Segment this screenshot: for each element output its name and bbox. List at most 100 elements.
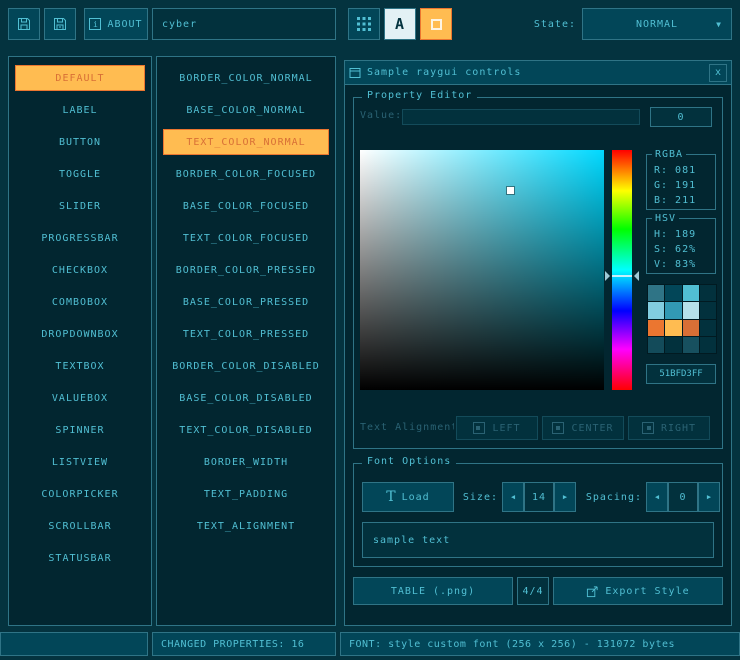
color-swatch[interactable] bbox=[700, 337, 716, 353]
color-swatch[interactable] bbox=[648, 285, 664, 301]
controls-list-item[interactable]: SPINNER bbox=[15, 417, 145, 443]
font-size-value[interactable]: 14 bbox=[524, 482, 554, 512]
properties-list-item[interactable]: TEXT_ALIGNMENT bbox=[163, 513, 329, 539]
controls-list-item[interactable]: VALUEBOX bbox=[15, 385, 145, 411]
grid-view-button[interactable] bbox=[348, 8, 380, 40]
export-icon bbox=[586, 585, 599, 598]
size-decrement-button[interactable]: ◀ bbox=[502, 482, 524, 512]
font-size-label: Size: bbox=[458, 482, 498, 512]
align-right-button[interactable]: RIGHT bbox=[628, 416, 710, 440]
window-titlebar[interactable]: Sample raygui controls x bbox=[345, 61, 731, 85]
properties-list-item[interactable]: BORDER_COLOR_PRESSED bbox=[163, 257, 329, 283]
close-icon[interactable]: x bbox=[709, 64, 727, 82]
controls-list-item[interactable]: SLIDER bbox=[15, 193, 145, 219]
align-right-label: RIGHT bbox=[661, 423, 696, 434]
controls-list-item[interactable]: PROGRESSBAR bbox=[15, 225, 145, 251]
font-options-label: Font Options bbox=[362, 456, 456, 467]
properties-list-item[interactable]: BASE_COLOR_PRESSED bbox=[163, 289, 329, 315]
statusbar-left bbox=[0, 632, 148, 656]
state-dropdown-value: NORMAL bbox=[636, 19, 678, 30]
style-name-input[interactable] bbox=[152, 8, 336, 40]
style-table-button[interactable] bbox=[420, 8, 452, 40]
controls-list-item[interactable]: COLORPICKER bbox=[15, 481, 145, 507]
font-options-group: Font Options T Load Size: ◀ 14 ▶ Spacing… bbox=[353, 463, 723, 567]
spacing-increment-button[interactable]: ▶ bbox=[698, 482, 720, 512]
controls-list-item[interactable]: CHECKBOX bbox=[15, 257, 145, 283]
save-file-button[interactable] bbox=[44, 8, 76, 40]
hue-slider[interactable] bbox=[612, 150, 632, 390]
spacing-decrement-button[interactable]: ◀ bbox=[646, 482, 668, 512]
controls-list-item[interactable]: COMBOBOX bbox=[15, 289, 145, 315]
save-style-button[interactable] bbox=[8, 8, 40, 40]
controls-list-item[interactable]: DEFAULT bbox=[15, 65, 145, 91]
color-swatch[interactable] bbox=[683, 337, 699, 353]
properties-list-item[interactable]: TEXT_COLOR_NORMAL bbox=[163, 129, 329, 155]
floppy-disk-icon bbox=[52, 16, 68, 32]
properties-list-item[interactable]: BORDER_COLOR_DISABLED bbox=[163, 353, 329, 379]
color-picker-panel[interactable] bbox=[360, 150, 604, 390]
controls-list-item[interactable]: SCROLLBAR bbox=[15, 513, 145, 539]
text-alignment-label: Text Alignment bbox=[360, 422, 454, 433]
properties-list-item[interactable]: BASE_COLOR_FOCUSED bbox=[163, 193, 329, 219]
color-swatch[interactable] bbox=[648, 337, 664, 353]
properties-list-item[interactable]: TEXT_COLOR_FOCUSED bbox=[163, 225, 329, 251]
color-swatch[interactable] bbox=[683, 320, 699, 336]
color-swatch[interactable] bbox=[700, 320, 716, 336]
align-center-button[interactable]: CENTER bbox=[542, 416, 624, 440]
export-table-png-button[interactable]: TABLE (.png) bbox=[353, 577, 513, 605]
about-button[interactable]: i ABOUT bbox=[84, 8, 148, 40]
controls-list-item[interactable]: BUTTON bbox=[15, 129, 145, 155]
properties-list-item[interactable]: TEXT_COLOR_PRESSED bbox=[163, 321, 329, 347]
color-swatch[interactable] bbox=[665, 337, 681, 353]
window-title: Sample raygui controls bbox=[367, 67, 703, 78]
rgba-green-value: G: 191 bbox=[654, 178, 708, 193]
color-swatch[interactable] bbox=[648, 320, 664, 336]
color-swatch[interactable] bbox=[648, 302, 664, 318]
font-spacing-label: Spacing: bbox=[578, 482, 642, 512]
chevron-left-icon: ◀ bbox=[511, 493, 515, 501]
properties-list: BORDER_COLOR_NORMAL BASE_COLOR_NORMAL TE… bbox=[156, 56, 336, 626]
color-swatch[interactable] bbox=[683, 302, 699, 318]
align-left-button[interactable]: LEFT bbox=[456, 416, 538, 440]
properties-list-item[interactable]: BORDER_WIDTH bbox=[163, 449, 329, 475]
color-swatch[interactable] bbox=[683, 285, 699, 301]
color-swatch[interactable] bbox=[665, 302, 681, 318]
align-right-icon bbox=[642, 422, 654, 434]
properties-list-item[interactable]: BORDER_COLOR_NORMAL bbox=[163, 65, 329, 91]
properties-list-item[interactable]: BORDER_COLOR_FOCUSED bbox=[163, 161, 329, 187]
export-style-label: Export Style bbox=[605, 586, 689, 597]
properties-list-item[interactable]: BASE_COLOR_NORMAL bbox=[163, 97, 329, 123]
size-increment-button[interactable]: ▶ bbox=[554, 482, 576, 512]
controls-list: DEFAULT LABEL BUTTON TOGGLE SLIDER PROGR… bbox=[8, 56, 152, 626]
properties-list-item[interactable]: TEXT_PADDING bbox=[163, 481, 329, 507]
value-box[interactable]: 0 bbox=[650, 107, 712, 127]
value-slider[interactable] bbox=[402, 109, 640, 125]
chevron-left-icon: ◀ bbox=[655, 493, 659, 501]
color-picker-cursor[interactable] bbox=[507, 187, 514, 194]
properties-list-item[interactable]: BASE_COLOR_DISABLED bbox=[163, 385, 329, 411]
controls-list-item[interactable]: TOGGLE bbox=[15, 161, 145, 187]
color-swatch[interactable] bbox=[665, 285, 681, 301]
color-swatch[interactable] bbox=[665, 320, 681, 336]
sample-text-input[interactable]: sample text bbox=[362, 522, 714, 558]
hex-color-input[interactable]: 51BFD3FF bbox=[646, 364, 716, 384]
controls-list-item[interactable]: TEXTBOX bbox=[15, 353, 145, 379]
controls-list-item[interactable]: LISTVIEW bbox=[15, 449, 145, 475]
rguistyler-app: i ABOUT A State: NORMAL ▼ DEFAULT LABEL … bbox=[0, 0, 740, 660]
controls-list-item[interactable]: STATUSBAR bbox=[15, 545, 145, 571]
properties-list-item[interactable]: TEXT_COLOR_DISABLED bbox=[163, 417, 329, 443]
controls-list-item[interactable]: DROPDOWNBOX bbox=[15, 321, 145, 347]
hue-slider-cursor[interactable] bbox=[612, 275, 632, 277]
font-atlas-button[interactable]: A bbox=[384, 8, 416, 40]
letter-a-icon: A bbox=[395, 15, 405, 33]
font-spacing-value[interactable]: 0 bbox=[668, 482, 698, 512]
property-editor-group: Property Editor Value: 0 RGBA R: 081 G: … bbox=[353, 97, 723, 449]
export-style-button[interactable]: Export Style bbox=[553, 577, 723, 605]
color-swatch[interactable] bbox=[700, 285, 716, 301]
color-swatch[interactable] bbox=[700, 302, 716, 318]
state-dropdown[interactable]: NORMAL ▼ bbox=[582, 8, 732, 40]
rgba-readout: RGBA R: 081 G: 191 B: 211 bbox=[646, 154, 716, 210]
rgba-label: RGBA bbox=[652, 147, 686, 162]
controls-list-item[interactable]: LABEL bbox=[15, 97, 145, 123]
load-font-button[interactable]: T Load bbox=[362, 482, 454, 512]
